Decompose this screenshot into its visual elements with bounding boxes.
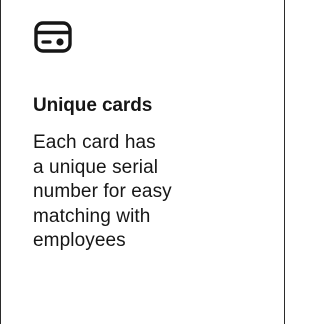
feature-card: Unique cards Each card has a unique seri… [0, 0, 285, 324]
credit-card-icon [33, 19, 74, 55]
feature-title: Unique cards [33, 95, 153, 116]
feature-description: Each card has a unique serial number for… [33, 132, 172, 251]
